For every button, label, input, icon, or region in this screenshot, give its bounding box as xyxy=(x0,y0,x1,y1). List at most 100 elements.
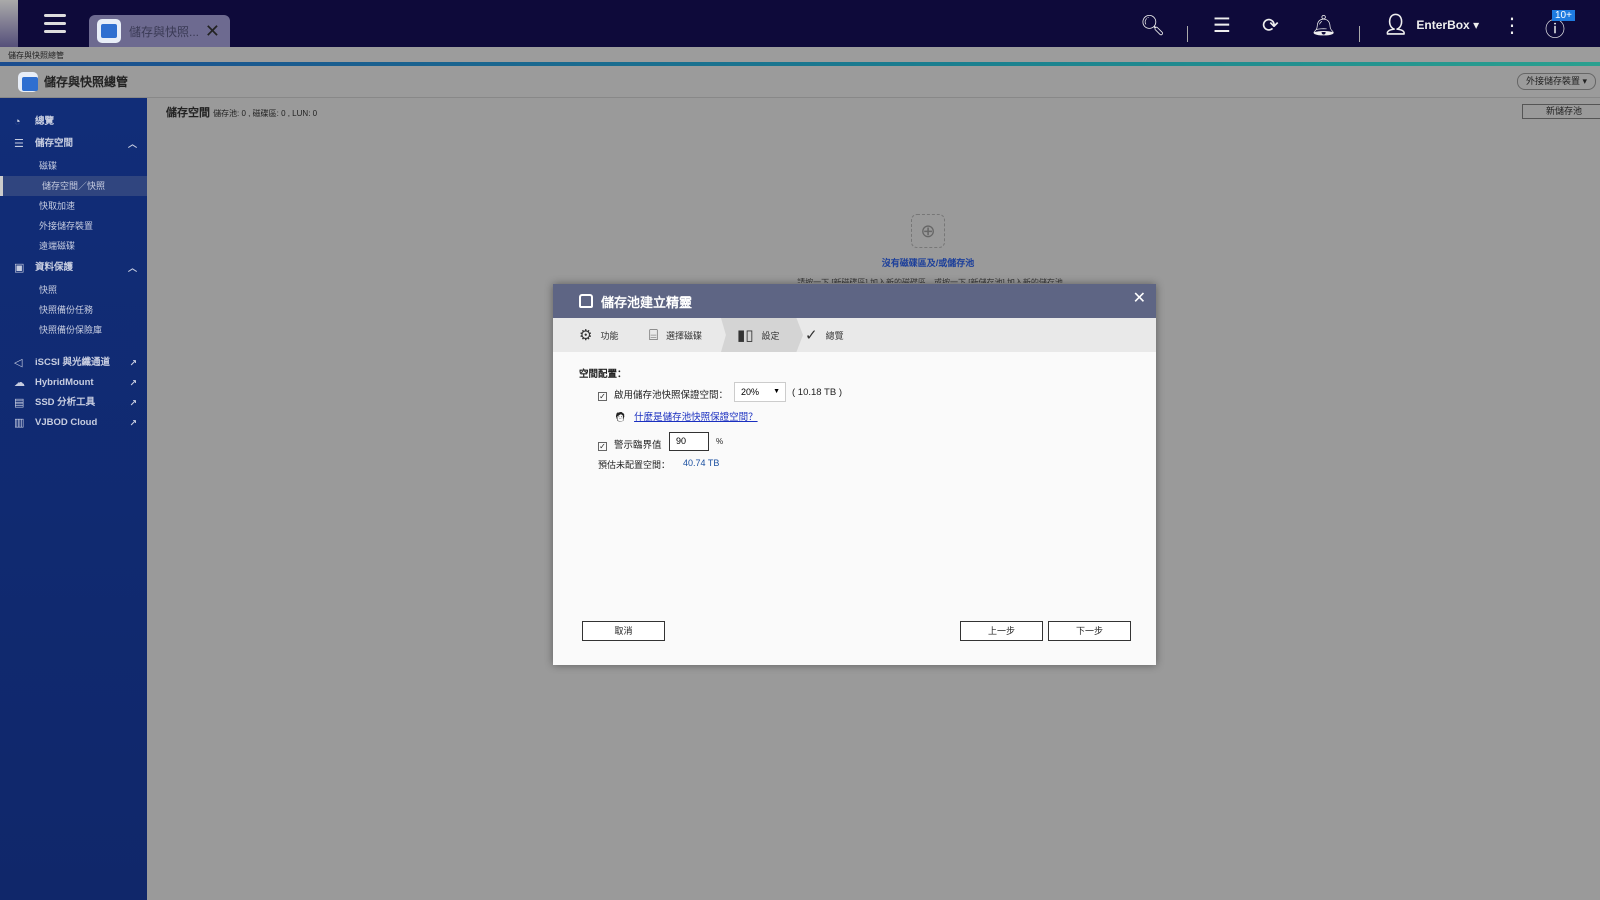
label: HybridMount xyxy=(35,377,94,388)
step-function: ⚙ 功能 xyxy=(579,318,618,352)
label: 總覽 xyxy=(35,116,55,127)
sidebar: ◔ 總覽 ☰ 儲存空間 ︿ 磁碟 儲存空間／快照 快取加速 外接儲存裝置 遠端磁碟 ▣… xyxy=(0,98,147,900)
help-link[interactable]: 什麼是儲存池快照保證空間？ xyxy=(634,412,758,423)
username: EnterBox ▾ xyxy=(1416,17,1480,32)
divider xyxy=(1359,26,1360,42)
sidebar-item-ssd-tool[interactable]: ▤ SSD 分析工具 ↗ xyxy=(0,393,147,413)
empty-title: 沒有磁碟區及/或儲存池 xyxy=(881,258,975,268)
cloud-icon: ☁ xyxy=(14,377,25,389)
snapshot-percent-select[interactable]: 20% ▼ xyxy=(734,382,786,402)
step-select-disks: ⌸ 選擇磁碟 xyxy=(649,318,702,352)
threshold-input[interactable]: 90 xyxy=(669,432,709,451)
threshold-row: ✓ 警示臨界值 xyxy=(598,437,662,451)
camera-icon: ▣ xyxy=(14,262,25,274)
external-link-icon: ↗ xyxy=(129,398,137,408)
more-icon[interactable]: ⋮ xyxy=(1502,13,1522,38)
bell-icon[interactable]: 🔔︎ xyxy=(1311,13,1336,38)
cancel-button[interactable]: 取消 xyxy=(582,621,665,641)
sidebar-item-external[interactable]: 外接儲存裝置 xyxy=(0,216,147,236)
disk-icon: ⌸ xyxy=(649,326,659,344)
sidebar-item-snapshot-vault[interactable]: 快照備份保險庫 xyxy=(0,320,147,340)
app-tab[interactable]: 儲存與快照... ✕ xyxy=(89,15,230,47)
label: 選擇磁碟 xyxy=(666,330,703,341)
ssd-icon: ▤ xyxy=(14,397,25,409)
section-label: 空間配置： xyxy=(579,369,627,380)
database-icon: ☰ xyxy=(14,138,24,150)
caret-down-icon: ▼ xyxy=(773,388,780,395)
label: 總覽 xyxy=(825,330,844,341)
iscsi-icon: ◁ xyxy=(14,357,23,369)
sidebar-item-overview[interactable]: ◔ 總覽 xyxy=(0,112,147,132)
back-button[interactable]: 上一步 xyxy=(960,621,1043,641)
new-pool-button[interactable]: 新儲存池 xyxy=(1522,104,1600,119)
check-circle-icon: ✓ xyxy=(805,327,818,344)
snapshot-size: ( 10.18 TB ) xyxy=(792,387,842,398)
sidebar-item-snapshot[interactable]: 快照 xyxy=(0,280,147,300)
vjbod-icon: ▥ xyxy=(14,417,25,429)
percent-sign: % xyxy=(716,437,724,446)
desktop-edge xyxy=(0,0,18,47)
unalloc-value: 40.74 TB xyxy=(683,458,720,468)
notification-badge: 10+ xyxy=(1552,10,1575,21)
threshold-checkbox[interactable]: ✓ xyxy=(598,442,607,451)
user-menu[interactable]: 👤︎ EnterBox ▾ xyxy=(1383,12,1479,37)
sync-icon[interactable]: ⟳ xyxy=(1262,13,1279,38)
external-link-icon: ↗ xyxy=(129,418,137,428)
sidebar-item-cache[interactable]: 快取加速 xyxy=(0,196,147,216)
label: 設定 xyxy=(761,330,780,341)
dialog-body: 空間配置： ✓ 啟用儲存池快照保證空間： 20% ▼ ( 10.18 TB ) 🧑︎… xyxy=(553,352,1156,665)
app-header: 儲存與快照總管 xyxy=(0,66,1600,98)
pool-wizard-dialog: 儲存池建立精靈 ✕ ⚙ 功能 ⌸ 選擇磁碟 ▮▯ 設定 ✓ 總覽 空間配置： ✓ 啟用儲存… xyxy=(553,284,1156,665)
dialog-header: 儲存池建立精靈 ✕ xyxy=(553,284,1156,318)
add-pool-icon: ⊕ xyxy=(911,214,945,248)
sidebar-item-hybridmount[interactable]: ☁ HybridMount ↗ xyxy=(0,373,147,393)
tasks-icon[interactable]: ☰ xyxy=(1213,13,1231,38)
label: 警示臨界值 xyxy=(614,440,662,451)
snapshot-reserve-row: ✓ 啟用儲存池快照保證空間： xyxy=(598,387,728,401)
sidebar-item-storage-snapshots[interactable]: 儲存空間／快照 xyxy=(0,176,147,196)
sidebar-item-remote-disk[interactable]: 遠端磁碟 xyxy=(0,236,147,256)
label: iSCSI 與光纖通道 xyxy=(35,357,110,368)
top-bar: 儲存與快照... ✕ 🔍︎ ☰ ⟳ 🔔︎ 👤︎ EnterBox ▾ ⋮ ⓘ 1… xyxy=(0,0,1600,47)
close-tab-icon[interactable]: ✕ xyxy=(205,21,220,42)
chevron-up-icon: ︿ xyxy=(127,263,137,273)
sidebar-item-vjbod[interactable]: ▥ VJBOD Cloud ↗ xyxy=(0,413,147,433)
sidebar-item-disks[interactable]: 磁碟 xyxy=(0,156,147,176)
label: VJBOD Cloud xyxy=(35,417,98,428)
help-row: 🧑︎ 什麼是儲存池快照保證空間？ xyxy=(614,409,758,423)
snapshot-reserve-checkbox[interactable]: ✓ xyxy=(598,392,607,401)
menu-icon[interactable] xyxy=(44,14,66,34)
unalloc-label: 預估未配置空間： xyxy=(598,460,671,470)
sidebar-item-data-protection[interactable]: ▣ 資料保護 ︿ xyxy=(0,258,147,278)
external-device-button[interactable]: 外接儲存裝置 ▾ xyxy=(1516,73,1596,90)
settings-bar-icon: ▮▯ xyxy=(737,327,754,344)
chevron-up-icon: ︿ xyxy=(127,139,137,149)
label: SSD 分析工具 xyxy=(35,397,96,408)
gear-icon: ⚙ xyxy=(579,327,593,344)
breadcrumb: 儲存與快照總管 xyxy=(0,47,1600,62)
title: 儲存空間 xyxy=(166,107,210,119)
storage-app-icon xyxy=(97,19,121,43)
search-icon[interactable]: 🔍︎ xyxy=(1140,13,1165,38)
label: 資料保護 xyxy=(35,262,74,273)
empty-subtitle: 請按一下 [新磁碟區] 加入新的磁碟區，或按一下 [新儲存池] 加入新的儲存池 xyxy=(797,278,1063,283)
label: 功能 xyxy=(600,330,619,341)
divider xyxy=(1187,26,1188,42)
value: 20% xyxy=(741,387,760,397)
pool-icon xyxy=(579,294,593,308)
sidebar-item-storage[interactable]: ☰ 儲存空間 ︿ xyxy=(0,134,147,154)
user-icon: 👤︎ xyxy=(1383,14,1409,36)
helper-avatar-icon: 🧑︎ xyxy=(614,412,627,423)
dashboard-icon: ◔ xyxy=(14,116,21,128)
label: 儲存空間 xyxy=(35,138,74,149)
step-summary: ✓ 總覽 xyxy=(805,318,844,352)
close-icon[interactable]: ✕ xyxy=(1133,288,1146,308)
app-title: 儲存與快照總管 xyxy=(44,75,129,89)
next-button[interactable]: 下一步 xyxy=(1048,621,1131,641)
dialog-title: 儲存池建立精靈 xyxy=(601,294,693,310)
wizard-steps: ⚙ 功能 ⌸ 選擇磁碟 ▮▯ 設定 ✓ 總覽 xyxy=(553,318,1156,352)
sidebar-item-snapshot-backup[interactable]: 快照備份任務 xyxy=(0,300,147,320)
content-title: 儲存空間 儲存池: 0 , 磁碟區: 0 , LUN: 0 xyxy=(166,104,317,120)
external-link-icon: ↗ xyxy=(129,378,137,388)
sidebar-item-iscsi[interactable]: ◁ iSCSI 與光纖通道 ↗ xyxy=(0,353,147,373)
